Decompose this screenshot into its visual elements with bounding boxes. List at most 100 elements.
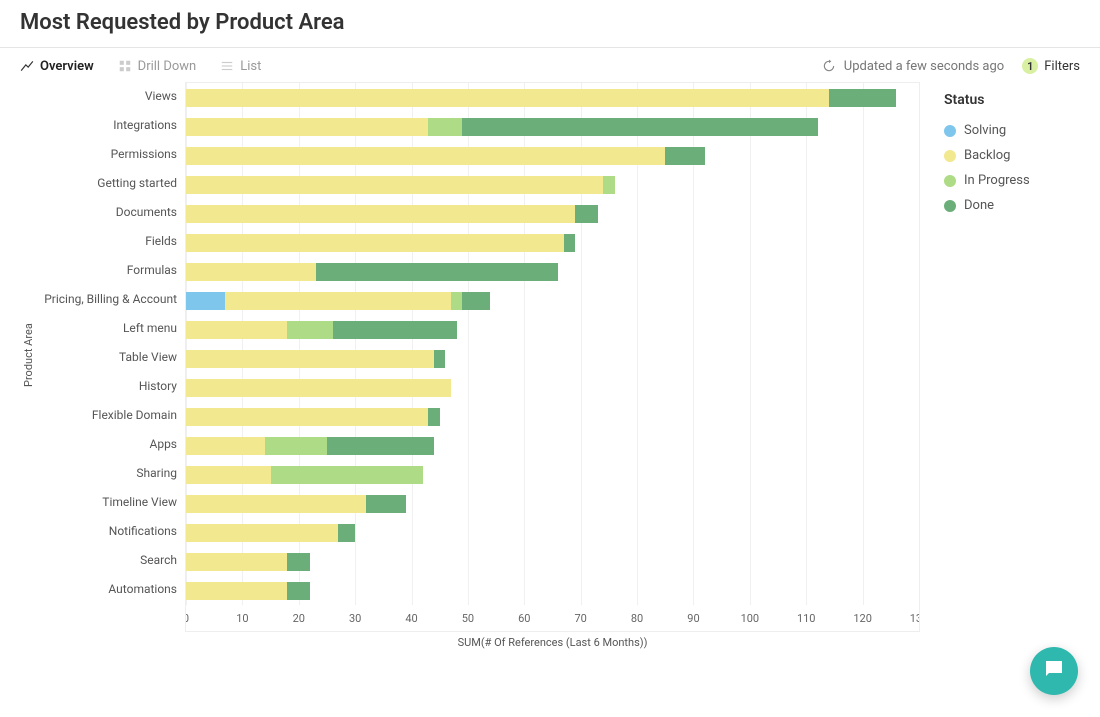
- bar-segment-inprogress[interactable]: [428, 118, 462, 136]
- bar-segment-inprogress[interactable]: [265, 437, 327, 455]
- bar-segment-solving[interactable]: [186, 292, 225, 310]
- bar-segment-backlog[interactable]: [186, 379, 451, 397]
- bar-segment-done[interactable]: [829, 89, 897, 107]
- legend-item-solving[interactable]: Solving: [944, 118, 1080, 143]
- bar-segment-done[interactable]: [434, 350, 445, 368]
- category-label: Notifications: [35, 517, 177, 546]
- legend-item-inprogress[interactable]: In Progress: [944, 168, 1080, 193]
- refresh-status[interactable]: Updated a few seconds ago: [822, 59, 1004, 74]
- x-tick: 80: [631, 612, 643, 625]
- bar-row[interactable]: [186, 344, 919, 373]
- bar-row[interactable]: [186, 257, 919, 286]
- chat-button[interactable]: [1030, 647, 1078, 695]
- category-label: Fields: [35, 227, 177, 256]
- tab-list[interactable]: List: [220, 59, 261, 74]
- bar-segment-backlog[interactable]: [186, 89, 829, 107]
- category-label: History: [35, 372, 177, 401]
- bar-row[interactable]: [186, 402, 919, 431]
- legend-item-backlog[interactable]: Backlog: [944, 143, 1080, 168]
- bar-segment-backlog[interactable]: [186, 408, 428, 426]
- bar-row[interactable]: [186, 460, 919, 489]
- bar-row[interactable]: [186, 373, 919, 402]
- legend-label: Backlog: [964, 148, 1010, 163]
- tab-label: Overview: [40, 59, 94, 74]
- bar-segment-backlog[interactable]: [186, 176, 603, 194]
- bar-segment-done[interactable]: [287, 553, 310, 571]
- bar-segment-done[interactable]: [338, 524, 355, 542]
- bar-segment-backlog[interactable]: [186, 205, 575, 223]
- page-header: Most Requested by Product Area: [0, 0, 1100, 48]
- bar-row[interactable]: [186, 518, 919, 547]
- bar-row[interactable]: [186, 431, 919, 460]
- bar-row[interactable]: [186, 199, 919, 228]
- bar-segment-done[interactable]: [665, 147, 704, 165]
- bar-segment-backlog[interactable]: [186, 495, 366, 513]
- refresh-label: Updated a few seconds ago: [844, 59, 1004, 74]
- x-tick: 10: [236, 612, 248, 625]
- bar-segment-backlog[interactable]: [186, 524, 338, 542]
- bar-row[interactable]: [186, 576, 919, 605]
- bar-segment-backlog[interactable]: [186, 437, 265, 455]
- bar-segment-backlog[interactable]: [186, 466, 271, 484]
- bar-segment-inprogress[interactable]: [287, 321, 332, 339]
- bar-segment-done[interactable]: [462, 118, 817, 136]
- bar-segment-backlog[interactable]: [186, 118, 428, 136]
- bar-segment-done[interactable]: [333, 321, 457, 339]
- tab-drilldown[interactable]: Drill Down: [118, 59, 197, 74]
- x-tick: 70: [575, 612, 587, 625]
- plot-area: 0102030405060708090100110120130: [185, 82, 920, 632]
- category-label: Search: [35, 546, 177, 575]
- filter-count-badge: 1: [1022, 58, 1038, 74]
- category-label: Views: [35, 82, 177, 111]
- bar-segment-inprogress[interactable]: [271, 466, 423, 484]
- bar-row[interactable]: [186, 315, 919, 344]
- legend-label: In Progress: [964, 173, 1030, 188]
- chart-container: Product Area ViewsIntegrationsPermission…: [0, 82, 1100, 649]
- legend-label: Solving: [964, 123, 1006, 138]
- plot-scroll[interactable]: [186, 83, 919, 608]
- bar-segment-backlog[interactable]: [186, 350, 434, 368]
- bar-segment-inprogress[interactable]: [603, 176, 614, 194]
- bar-segment-done[interactable]: [564, 234, 575, 252]
- bar-segment-backlog[interactable]: [186, 263, 316, 281]
- bar-segment-done[interactable]: [327, 437, 434, 455]
- bar-segment-inprogress[interactable]: [451, 292, 462, 310]
- bar-segment-backlog[interactable]: [186, 147, 665, 165]
- legend-swatch: [944, 150, 956, 162]
- bar-segment-done[interactable]: [575, 205, 598, 223]
- bar-row[interactable]: [186, 489, 919, 518]
- bar-row[interactable]: [186, 547, 919, 576]
- filters-button[interactable]: 1 Filters: [1022, 58, 1080, 74]
- bar-row[interactable]: [186, 228, 919, 257]
- bar-segment-done[interactable]: [366, 495, 405, 513]
- page-title: Most Requested by Product Area: [20, 10, 1080, 35]
- bar-segment-backlog[interactable]: [186, 321, 287, 339]
- bar-segment-backlog[interactable]: [225, 292, 451, 310]
- bar-segment-done[interactable]: [287, 582, 310, 600]
- category-label: Timeline View: [35, 488, 177, 517]
- chat-icon: [1042, 657, 1066, 685]
- refresh-icon: [822, 59, 836, 73]
- bar-segment-done[interactable]: [462, 292, 490, 310]
- category-label: Formulas: [35, 256, 177, 285]
- legend: Status SolvingBacklogIn ProgressDone: [920, 82, 1080, 632]
- bar-segment-backlog[interactable]: [186, 582, 287, 600]
- drilldown-icon: [118, 59, 132, 73]
- bar-row[interactable]: [186, 141, 919, 170]
- bar-segment-done[interactable]: [428, 408, 439, 426]
- bar-row[interactable]: [186, 286, 919, 315]
- bar-segment-backlog[interactable]: [186, 234, 564, 252]
- bar-row[interactable]: [186, 83, 919, 112]
- legend-swatch: [944, 175, 956, 187]
- bar-row[interactable]: [186, 112, 919, 141]
- bar-segment-backlog[interactable]: [186, 553, 287, 571]
- legend-item-done[interactable]: Done: [944, 193, 1080, 218]
- category-label: Apps: [35, 430, 177, 459]
- x-tick: 60: [518, 612, 530, 625]
- bar-segment-done[interactable]: [316, 263, 558, 281]
- tab-overview[interactable]: Overview: [20, 59, 94, 74]
- x-tick: 0: [185, 612, 189, 625]
- category-label: Pricing, Billing & Account: [35, 285, 177, 314]
- x-tick: 50: [462, 612, 474, 625]
- bar-row[interactable]: [186, 170, 919, 199]
